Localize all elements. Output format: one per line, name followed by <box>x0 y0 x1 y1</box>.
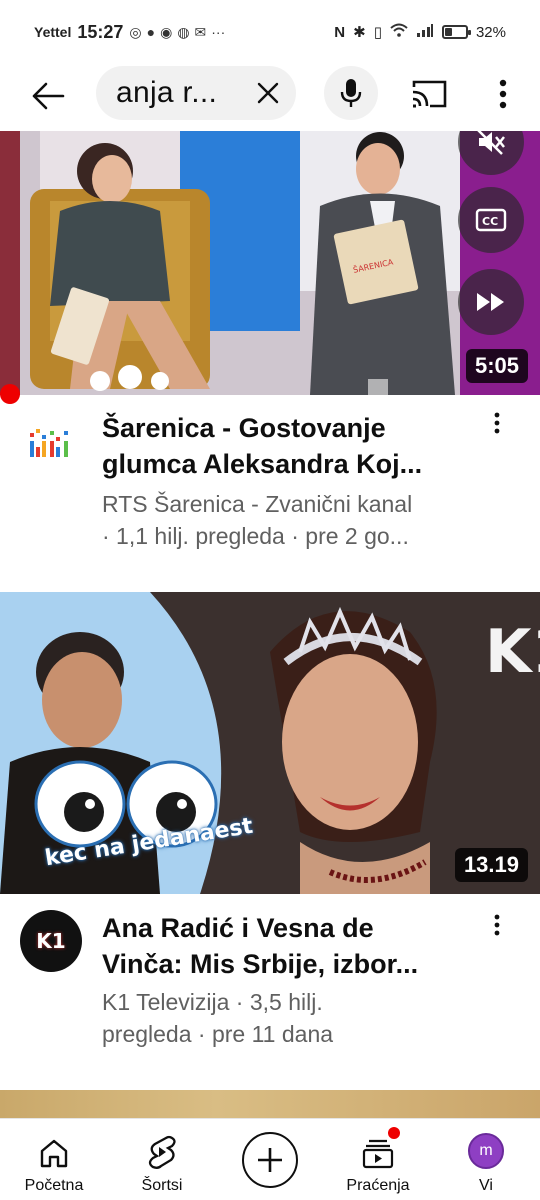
more-notifications-icon: ··· <box>211 23 226 40</box>
video-duration: 13.19 <box>454 848 528 882</box>
more-vert-icon <box>494 412 500 434</box>
captions-icon: CC <box>475 208 507 232</box>
fast-forward-icon <box>477 293 504 311</box>
video-stats: · 1,1 hilj. pregleda · pre 2 go... <box>102 523 409 549</box>
playback-progress-handle[interactable] <box>0 384 20 404</box>
nfc-icon: N <box>334 23 346 41</box>
next-video-thumbnail[interactable] <box>0 1090 540 1120</box>
rts-sarenica-logo-icon <box>30 429 68 457</box>
avatar: m <box>468 1133 504 1169</box>
more-options-button[interactable] <box>488 74 518 114</box>
nav-you[interactable]: m Vi <box>436 1119 536 1200</box>
video-duration: 5:05 <box>465 349 528 383</box>
signal-icon <box>416 23 434 41</box>
video-title-line-1: Ana Radić i Vesna de <box>102 913 374 943</box>
more-vert-icon <box>499 79 507 109</box>
k1-logo-text: K1 <box>36 929 66 953</box>
subscriptions-icon <box>362 1139 394 1169</box>
captions-button[interactable]: CC <box>458 187 524 253</box>
battery-percent: 32% <box>475 23 506 41</box>
messenger-icon: ◉ <box>160 23 173 40</box>
bottom-navigation: Početna Šortsi Praćenja m Vi <box>0 1118 540 1200</box>
channel-and-stats-line-2: pregleda · pre 11 dana <box>102 1021 334 1047</box>
wifi-icon <box>390 23 408 41</box>
back-button[interactable] <box>28 76 68 116</box>
channel-avatar[interactable] <box>20 414 82 476</box>
channel-name[interactable]: RTS Šarenica - Zvanični kanal <box>102 488 492 520</box>
create-button[interactable] <box>242 1132 298 1188</box>
home-icon <box>40 1139 68 1168</box>
search-query: anja r... <box>116 76 218 109</box>
mic-icon <box>340 79 362 107</box>
bluetooth-icon: ✱ <box>353 24 366 41</box>
notification-icons: ◎ ● ◉ ◍ ✉ ··· <box>129 24 225 41</box>
cast-button[interactable] <box>408 76 450 112</box>
create-plus-icon <box>258 1148 282 1172</box>
svg-text:CC: CC <box>482 215 498 228</box>
clock: 15:27 <box>77 21 124 42</box>
voice-search-button[interactable] <box>324 66 378 120</box>
channel-and-stats-line-1[interactable]: K1 Televizija · 3,5 hilj. <box>102 986 492 1018</box>
nav-shorts-label: Šortsi <box>141 1177 183 1194</box>
video-title-line-1: Šarenica - Gostovanje <box>102 413 386 443</box>
nav-you-label: Vi <box>479 1177 493 1194</box>
search-input[interactable]: anja r... <box>96 66 296 120</box>
video-thumbnail[interactable]: ŠARENICA CC 5:05 <box>0 131 540 395</box>
cast-icon <box>412 80 447 108</box>
clear-icon <box>257 82 279 104</box>
status-bar: Yettel 15:27 ◎ ● ◉ ◍ ✉ ··· N ✱ ▯ 32% <box>0 0 540 64</box>
video-title[interactable]: Šarenica - Gostovanje glumca Aleksandra … <box>102 410 472 482</box>
mute-icon <box>477 131 505 155</box>
video-options-button[interactable] <box>484 412 510 452</box>
nav-subscriptions-label: Praćenja <box>346 1177 410 1194</box>
nav-shorts[interactable]: Šortsi <box>112 1119 212 1200</box>
clear-search-button[interactable] <box>254 79 282 107</box>
video-title[interactable]: Ana Radić i Vesna de Vinča: Mis Srbije, … <box>102 910 472 982</box>
whatsapp-icon: ◎ <box>129 23 142 40</box>
carrier-name: Yettel <box>34 24 72 40</box>
studio-scene-illustration: ŠARENICA <box>0 131 540 395</box>
video-options-button[interactable] <box>484 914 510 954</box>
search-header: anja r... <box>0 64 540 128</box>
more-vert-icon <box>494 914 500 936</box>
channel-avatar[interactable]: K1 <box>20 910 82 972</box>
fast-forward-button[interactable] <box>458 269 524 335</box>
video-title-line-2: Vinča: Mis Srbije, izbor... <box>102 949 419 979</box>
back-arrow-icon <box>32 82 65 110</box>
chat-icon: ● <box>146 23 156 40</box>
battery-icon <box>441 25 471 39</box>
shorts-icon <box>148 1135 176 1169</box>
k1-backdrop-text: K1 <box>485 617 540 687</box>
new-content-badge <box>388 1127 400 1139</box>
video-title-line-2: glumca Aleksandra Koj... <box>102 449 423 479</box>
nav-subscriptions[interactable]: Praćenja <box>328 1119 428 1200</box>
nav-home-label: Početna <box>24 1177 84 1194</box>
facebook-icon: ◍ <box>177 23 190 40</box>
nav-home[interactable]: Početna <box>4 1119 104 1200</box>
vibrate-icon: ▯ <box>373 24 382 41</box>
video-thumbnail[interactable]: K1 kec na jedanaest 13.19 <box>0 592 540 894</box>
mail-icon: ✉ <box>194 23 207 40</box>
avatar-letter: m <box>479 1142 493 1159</box>
